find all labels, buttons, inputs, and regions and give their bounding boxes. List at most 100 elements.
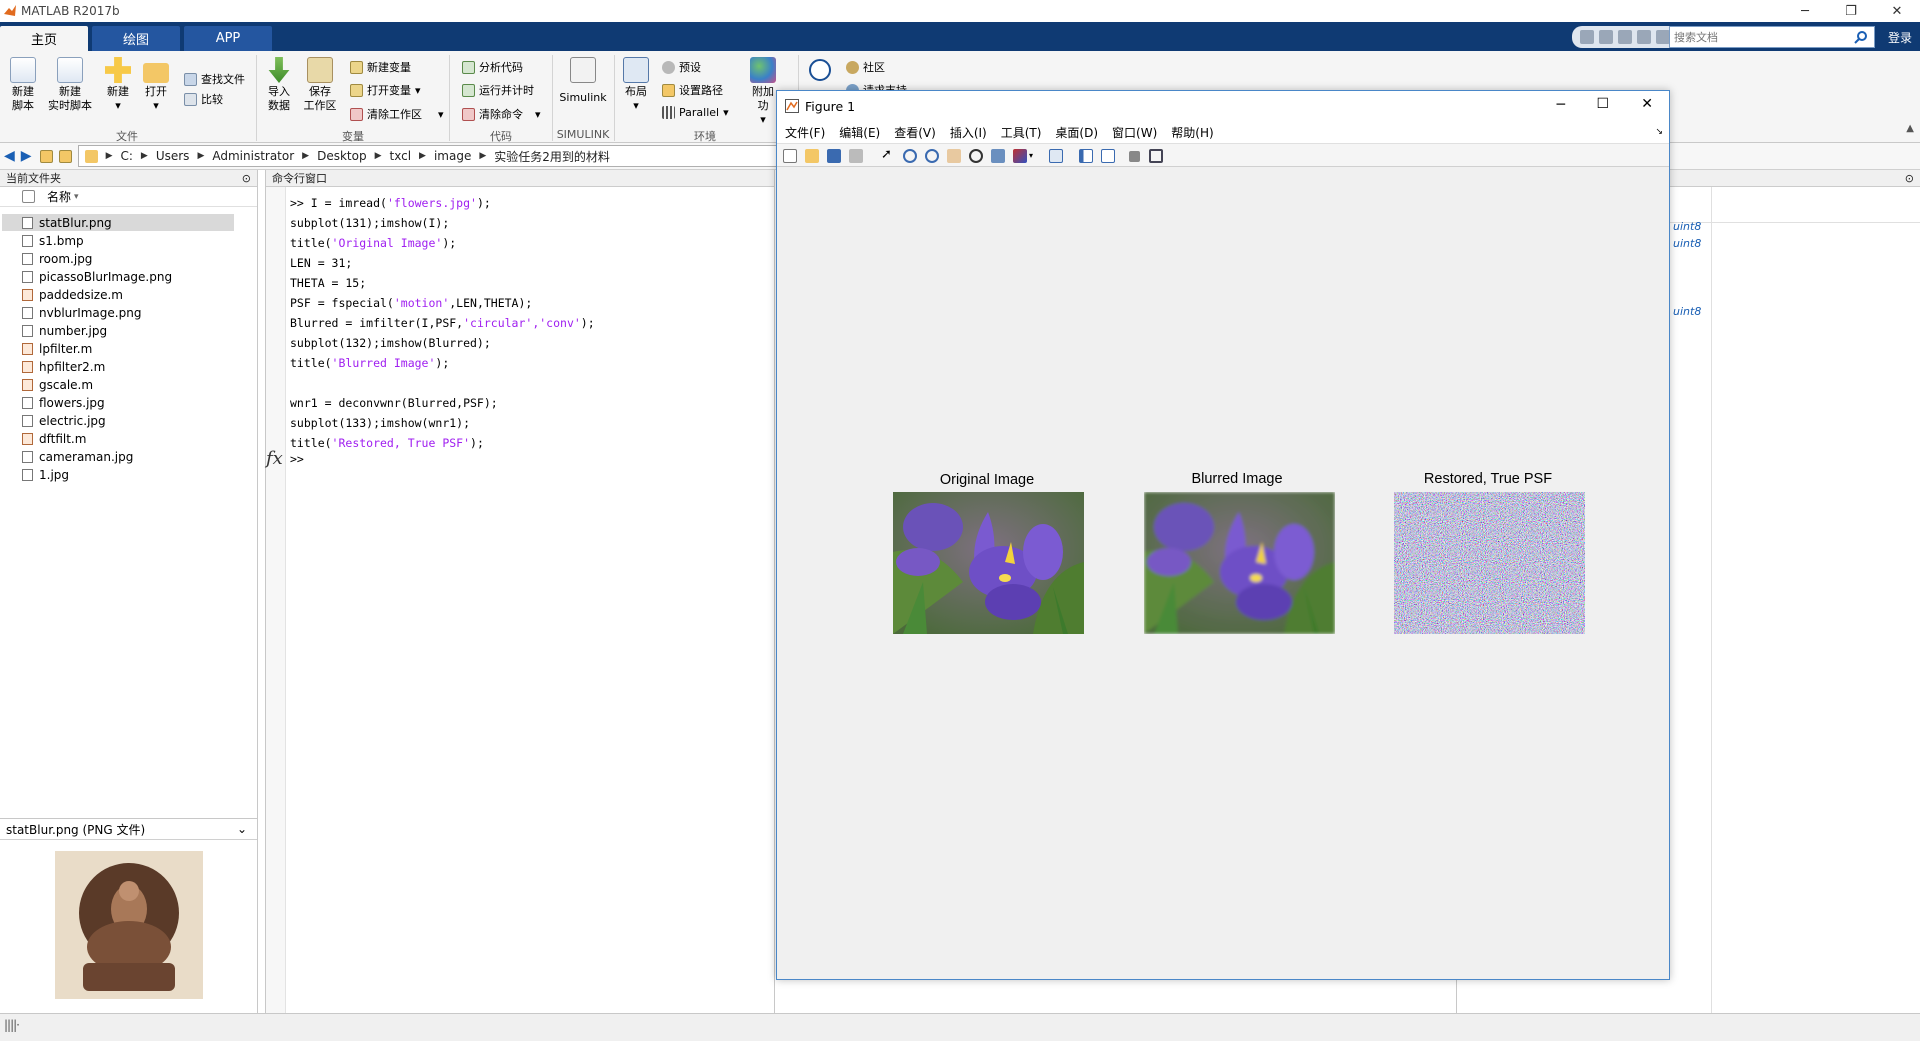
menu-tools[interactable]: 工具(T)	[1001, 124, 1042, 141]
file-list-item[interactable]: number.jpg	[2, 322, 234, 339]
new-script-button[interactable]: 新建 脚本	[6, 57, 40, 113]
tab-home[interactable]: 主页	[0, 26, 88, 51]
help-button[interactable]	[808, 59, 832, 83]
breadcrumb-item[interactable]: Administrator	[212, 149, 294, 163]
file-list-item[interactable]: 1.jpg	[2, 466, 234, 483]
dock-figure-icon[interactable]: ↘	[1655, 127, 1663, 137]
open-file-icon[interactable]	[805, 149, 819, 163]
save-figure-icon[interactable]	[827, 149, 841, 163]
rotate-3d-icon[interactable]	[969, 149, 983, 163]
link-plot-icon[interactable]	[1049, 149, 1063, 163]
restore-button[interactable]: ❐	[1828, 0, 1874, 22]
file-list-item[interactable]: statBlur.png	[2, 214, 234, 231]
colorbar-icon[interactable]	[1079, 149, 1093, 163]
tab-apps[interactable]: APP	[184, 26, 272, 51]
brush-dropdown-icon[interactable]: ▾	[1029, 151, 1043, 165]
save-icon[interactable]	[1599, 30, 1613, 44]
menu-window[interactable]: 窗口(W)	[1112, 124, 1157, 141]
file-list-item[interactable]: cameraman.jpg	[2, 448, 234, 465]
name-column-header[interactable]: 名称 ▾	[0, 187, 257, 207]
zoom-in-icon[interactable]	[903, 149, 917, 163]
tab-plots[interactable]: 绘图	[92, 26, 180, 51]
community-link[interactable]: 社区	[846, 59, 885, 75]
menu-insert[interactable]: 插入(I)	[950, 124, 987, 141]
file-list-item[interactable]: dftfilt.m	[2, 430, 234, 447]
file-list-item[interactable]: electric.jpg	[2, 412, 234, 429]
forward-arrow-icon[interactable]: ▶	[21, 148, 32, 164]
menu-edit[interactable]: 编辑(E)	[839, 124, 880, 141]
preferences-button[interactable]: 预设	[662, 59, 701, 75]
pan-hand-icon[interactable]	[947, 149, 961, 163]
search-docs-field[interactable]	[1669, 26, 1875, 48]
save-workspace-button[interactable]: 保存 工作区	[302, 57, 338, 113]
menu-help[interactable]: 帮助(H)	[1171, 124, 1213, 141]
restored-image-axes[interactable]	[1394, 492, 1585, 634]
brush-icon[interactable]	[1013, 149, 1027, 163]
menu-desktop[interactable]: 桌面(D)	[1055, 124, 1098, 141]
panel-actions-icon[interactable]: ⊙	[1905, 172, 1914, 185]
breadcrumb-item[interactable]: image	[434, 149, 471, 163]
file-list-item[interactable]: s1.bmp	[2, 232, 234, 249]
paste-icon[interactable]	[1656, 30, 1670, 44]
zoom-out-icon[interactable]	[925, 149, 939, 163]
figure-minimize-button[interactable]: ─	[1557, 97, 1565, 113]
analyze-code-button[interactable]: 分析代码	[462, 59, 523, 75]
find-files-button[interactable]: 查找文件	[184, 71, 245, 87]
breadcrumb-item[interactable]: C:	[120, 149, 132, 163]
file-list-item[interactable]: nvblurImage.png	[2, 304, 234, 321]
edit-plot-cursor-icon[interactable]: ➚	[881, 147, 895, 162]
show-plot-tools-icon[interactable]	[1149, 149, 1163, 163]
back-arrow-icon[interactable]: ◀	[4, 148, 15, 164]
legend-icon[interactable]	[1101, 149, 1115, 163]
compare-button[interactable]: 比较	[184, 91, 223, 107]
new-live-script-button[interactable]: 新建 实时脚本	[46, 57, 94, 113]
set-path-button[interactable]: 设置路径	[662, 82, 723, 98]
menu-file[interactable]: 文件(F)	[785, 124, 825, 141]
preview-collapse-icon[interactable]: ⌄	[237, 822, 247, 836]
browse-folder-icon[interactable]	[58, 149, 72, 163]
parallel-button[interactable]: Parallel ▾	[662, 106, 729, 119]
file-list-item[interactable]: paddedsize.m	[2, 286, 234, 303]
file-list-item[interactable]: hpfilter2.m	[2, 358, 234, 375]
original-image-axes[interactable]	[893, 492, 1084, 634]
clear-workspace-button[interactable]: 清除工作区 ▾	[350, 106, 444, 122]
file-list-item[interactable]: lpfilter.m	[2, 340, 234, 357]
search-docs-input[interactable]	[1674, 30, 1844, 44]
copy-icon[interactable]	[1637, 30, 1651, 44]
figure-maximize-button[interactable]: ☐	[1596, 96, 1609, 112]
run-and-time-button[interactable]: 运行并计时	[462, 82, 534, 98]
add-ons-button[interactable]: 附加功 ▾	[748, 57, 778, 127]
open-button[interactable]: 打开 ▾	[142, 57, 170, 113]
import-data-button[interactable]: 导入 数据	[264, 57, 294, 113]
new-figure-icon[interactable]	[783, 149, 797, 163]
file-list-item[interactable]: flowers.jpg	[2, 394, 234, 411]
function-browser-icon[interactable]: fx	[266, 448, 283, 469]
search-icon[interactable]	[1854, 30, 1868, 44]
breadcrumb-item[interactable]: Users	[156, 149, 190, 163]
clear-commands-button[interactable]: 清除命令 ▾	[462, 106, 541, 122]
file-list-item[interactable]: picassoBlurImage.png	[2, 268, 234, 285]
up-folder-icon[interactable]	[39, 149, 53, 163]
command-prompt[interactable]: >>	[290, 452, 304, 466]
new-variable-button[interactable]: 新建变量	[350, 59, 411, 75]
cut-icon[interactable]	[1618, 30, 1632, 44]
file-list-item[interactable]: gscale.m	[2, 376, 234, 393]
print-icon[interactable]	[849, 149, 863, 163]
collapse-ribbon-icon[interactable]: ▲	[1906, 123, 1914, 134]
minimize-button[interactable]: ─	[1782, 0, 1828, 22]
figure-close-button[interactable]: ✕	[1641, 96, 1653, 112]
hide-plot-tools-icon[interactable]	[1129, 151, 1140, 162]
blurred-image-axes[interactable]	[1144, 492, 1335, 634]
simulink-button[interactable]: Simulink	[558, 57, 608, 105]
panel-actions-icon[interactable]: ⊙	[242, 172, 251, 185]
layout-button[interactable]: 布局 ▾	[620, 57, 652, 113]
open-variable-button[interactable]: 打开变量 ▾	[350, 82, 421, 98]
breadcrumb-item[interactable]: Desktop	[317, 149, 367, 163]
shortcut-icon[interactable]	[1580, 30, 1594, 44]
data-cursor-icon[interactable]	[991, 149, 1005, 163]
new-button[interactable]: 新建 ▾	[104, 57, 132, 113]
close-button[interactable]: ✕	[1874, 0, 1920, 22]
file-list-item[interactable]: room.jpg	[2, 250, 234, 267]
figure-window[interactable]: Figure 1 ─ ☐ ✕ 文件(F) 编辑(E) 查看(V) 插入(I) 工…	[776, 90, 1670, 980]
login-link[interactable]: 登录	[1888, 29, 1912, 46]
